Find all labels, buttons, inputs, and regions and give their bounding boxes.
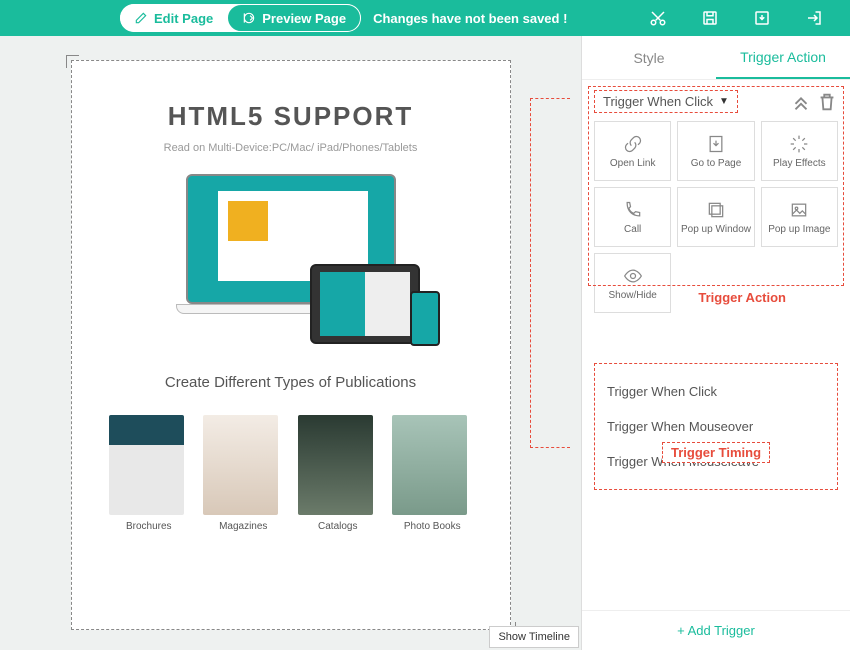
- tab-style[interactable]: Style: [582, 36, 716, 79]
- annotation-action-label: Trigger Action: [694, 290, 790, 305]
- thumb-photobooks: Photo Books: [392, 415, 472, 532]
- show-timeline-button[interactable]: Show Timeline: [489, 626, 579, 648]
- delete-icon[interactable]: [816, 91, 838, 113]
- annotation-timing-label: Trigger Timing: [662, 442, 770, 463]
- cut-icon[interactable]: [642, 2, 674, 34]
- selected-page[interactable]: HTML5 SUPPORT Read on Multi-Device:PC/Ma…: [71, 60, 511, 630]
- thumb-brochures: Brochures: [109, 415, 189, 532]
- action-play-effects[interactable]: Play Effects: [761, 121, 838, 181]
- timing-list: Trigger When Click Trigger When Mouseove…: [594, 363, 838, 490]
- main: HTML5 SUPPORT Read on Multi-Device:PC/Ma…: [0, 36, 850, 650]
- action-show-hide[interactable]: Show/Hide: [594, 253, 671, 313]
- exit-icon[interactable]: [798, 2, 830, 34]
- preview-page-label: Preview Page: [262, 11, 346, 26]
- action-popup-window[interactable]: Pop up Window: [677, 187, 754, 247]
- timing-mouseover[interactable]: Trigger When Mouseover: [607, 409, 825, 444]
- trigger-header: Trigger When Click ▼: [594, 90, 838, 113]
- action-popup-image[interactable]: Pop up Image: [761, 187, 838, 247]
- preview-page-button[interactable]: Preview Page: [227, 4, 361, 32]
- publications-heading: Create Different Types of Publications: [92, 374, 490, 391]
- action-goto-page[interactable]: Go to Page: [677, 121, 754, 181]
- save-status: Changes have not been saved !: [373, 11, 567, 26]
- trigger-panel: Trigger When Click ▼ Open Link Go to Pag…: [582, 80, 850, 610]
- import-icon[interactable]: [746, 2, 778, 34]
- tab-trigger-action[interactable]: Trigger Action: [716, 36, 850, 79]
- trigger-timing-dropdown[interactable]: Trigger When Click ▼: [594, 90, 738, 113]
- canvas-area: HTML5 SUPPORT Read on Multi-Device:PC/Ma…: [0, 36, 581, 650]
- timing-click[interactable]: Trigger When Click: [607, 374, 825, 409]
- action-grid: Open Link Go to Page Play Effects Call P…: [594, 121, 838, 313]
- add-trigger-button[interactable]: + Add Trigger: [582, 610, 850, 650]
- devices-illustration: [92, 174, 490, 344]
- edit-page-button[interactable]: Edit Page: [120, 4, 227, 32]
- topbar: Edit Page Preview Page Changes have not …: [0, 0, 850, 36]
- collapse-icon[interactable]: [790, 91, 812, 113]
- chevron-down-icon: ▼: [719, 96, 729, 107]
- annotation-connector: [530, 98, 570, 448]
- thumb-catalogs: Catalogs: [298, 415, 378, 532]
- edit-page-label: Edit Page: [154, 11, 213, 26]
- save-icon[interactable]: [694, 2, 726, 34]
- page-title: HTML5 SUPPORT: [92, 101, 490, 132]
- mode-switch: Edit Page Preview Page: [120, 4, 361, 32]
- page-subtitle: Read on Multi-Device:PC/Mac/ iPad/Phones…: [92, 142, 490, 154]
- publication-thumbs: Brochures Magazines Catalogs Photo Books: [92, 415, 490, 532]
- action-open-link[interactable]: Open Link: [594, 121, 671, 181]
- thumb-magazines: Magazines: [203, 415, 283, 532]
- action-call[interactable]: Call: [594, 187, 671, 247]
- sidebar: Style Trigger Action Trigger When Click …: [581, 36, 850, 650]
- sidebar-tabs: Style Trigger Action: [582, 36, 850, 80]
